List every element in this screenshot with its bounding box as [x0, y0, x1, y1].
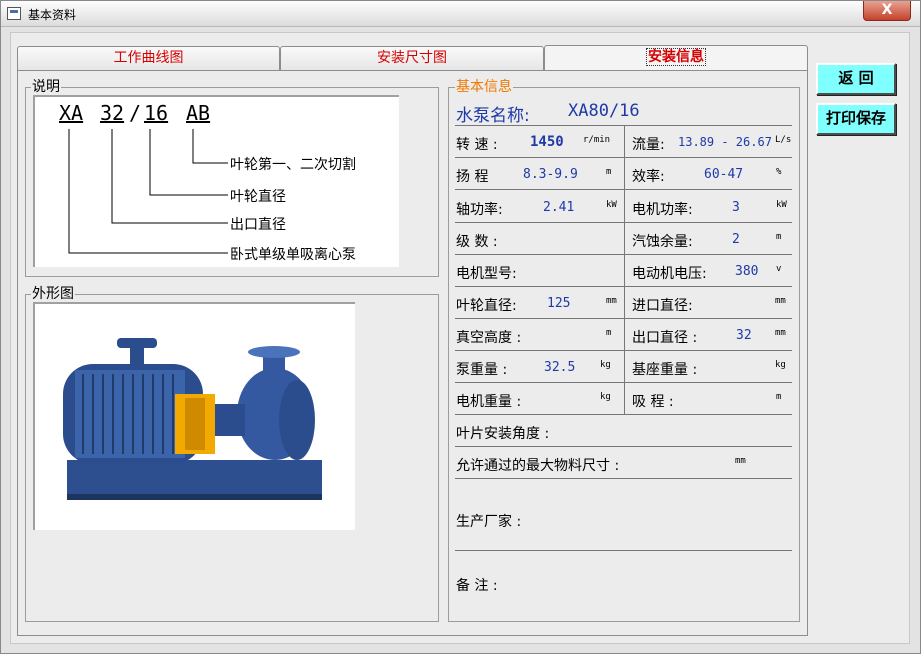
pump-name-value: XA80/16	[568, 101, 640, 121]
vacuum-height-label: 真空高度 :	[456, 330, 522, 346]
shaft-power-label: 轴功率:	[456, 202, 503, 218]
suction-lift-label: 吸 程 :	[632, 394, 674, 410]
npsh-label: 汽蚀余量:	[632, 234, 693, 250]
tab-work-curve[interactable]: 工作曲线图	[17, 46, 280, 70]
divider	[455, 478, 792, 479]
note-pump-type: 卧式单级单吸离心泵	[230, 247, 356, 263]
inlet-diameter-unit: mm	[775, 296, 786, 306]
close-button[interactable]: X	[863, 1, 911, 21]
pump-name-label: 水泵名称:	[456, 106, 530, 126]
inlet-diameter-label: 进口直径:	[632, 298, 693, 314]
base-weight-unit: kg	[775, 360, 786, 370]
shaft-power-unit: kW	[606, 200, 617, 210]
title-bar: 基本资料 X	[1, 1, 920, 27]
column-divider	[624, 126, 625, 414]
flow-label: 流量:	[632, 137, 665, 153]
flow-value: 13.89 - 26.67	[678, 135, 772, 149]
base-weight-label: 基座重量 :	[632, 362, 698, 378]
divider	[455, 446, 792, 447]
head-label: 扬 程	[456, 169, 489, 185]
manufacturer-label: 生产厂家 :	[456, 514, 522, 530]
outlet-diameter-unit: mm	[775, 328, 786, 338]
efficiency-label: 效率:	[632, 169, 665, 185]
efficiency-unit: %	[776, 167, 782, 177]
shaft-power-value: 2.41	[543, 200, 575, 215]
impeller-diameter-value: 125	[547, 296, 571, 311]
tab-install-dimensions[interactable]: 安装尺寸图	[280, 46, 544, 70]
motor-model-label: 电机型号:	[456, 266, 517, 282]
note-impeller-diameter: 叶轮直径	[230, 189, 286, 205]
motor-voltage-unit: v	[776, 264, 782, 274]
tab-install-info-label: 安装信息	[646, 48, 706, 66]
basic-info-legend: 基本信息	[455, 79, 513, 95]
speed-label: 转 速 :	[456, 137, 498, 153]
head-unit: m	[606, 167, 612, 177]
pump-weight-unit: kg	[600, 360, 611, 370]
npsh-value: 2	[732, 232, 740, 247]
motor-power-unit: kW	[776, 200, 787, 210]
motor-power-label: 电机功率:	[632, 202, 693, 218]
flow-unit: L/s	[775, 135, 792, 145]
divider	[455, 414, 792, 415]
motor-weight-unit: kg	[600, 392, 611, 402]
impeller-diameter-label: 叶轮直径:	[456, 298, 517, 314]
vacuum-height-unit: m	[606, 328, 612, 338]
remarks-label: 备 注 :	[456, 578, 498, 594]
divider	[455, 550, 792, 551]
max-particle-label: 允许通过的最大物料尺寸 :	[456, 458, 620, 474]
speed-value: 1450	[530, 134, 564, 150]
suction-lift-unit: m	[776, 392, 782, 402]
speed-unit: r/min	[583, 135, 611, 145]
outline-legend: 外形图	[31, 286, 75, 302]
outlet-diameter-label: 出口直径 :	[632, 330, 698, 346]
tab-work-curve-label: 工作曲线图	[113, 50, 184, 66]
stages-label: 级 数 :	[456, 234, 498, 250]
tab-install-info[interactable]: 安装信息	[544, 45, 808, 71]
window-app-icon	[7, 7, 21, 20]
back-button[interactable]: 返 回	[816, 63, 896, 95]
max-particle-unit: mm	[735, 456, 746, 466]
window-title: 基本资料	[28, 8, 77, 22]
motor-voltage-label: 电动机电压:	[632, 266, 707, 282]
pump-image	[33, 302, 355, 530]
tab-install-dimensions-label: 安装尺寸图	[377, 50, 447, 66]
efficiency-value: 60-47	[704, 167, 744, 182]
motor-weight-label: 电机重量 :	[456, 394, 522, 410]
npsh-unit: m	[776, 232, 782, 242]
print-save-button[interactable]: 打印保存	[816, 103, 896, 135]
motor-voltage-value: 380	[735, 264, 759, 279]
impeller-diameter-unit: mm	[606, 296, 617, 306]
head-value: 8.3-9.9	[523, 167, 578, 182]
pump-illustration	[63, 338, 322, 500]
blade-angle-label: 叶片安装角度 :	[456, 426, 550, 442]
note-impeller-cut: 叶轮第一、二次切割	[230, 157, 356, 173]
explanation-legend: 说明	[31, 79, 61, 95]
pump-weight-value: 32.5	[544, 360, 576, 375]
outlet-diameter-value: 32	[736, 328, 752, 343]
explanation-diagram: XA 32 / 16 AB 叶轮第一、二次切割 叶轮直径 出口直径 卧式单级单吸…	[33, 95, 399, 267]
note-outlet-diameter: 出口直径	[230, 217, 286, 233]
pump-weight-label: 泵重量 :	[456, 362, 508, 378]
motor-power-value: 3	[732, 200, 740, 215]
